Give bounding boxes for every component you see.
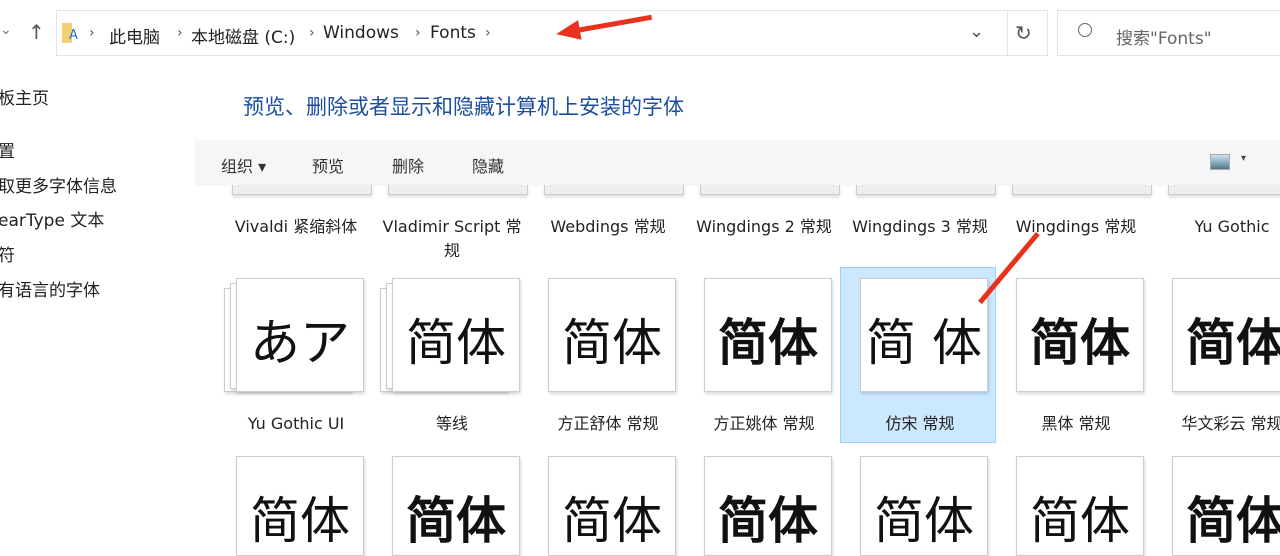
font-sample: 简体 xyxy=(1030,492,1130,550)
font-file-icon[interactable] xyxy=(232,185,372,195)
sidebar-item-cleartype[interactable]: earType 文本 xyxy=(0,206,104,231)
font-sample: 简体 xyxy=(1186,314,1280,372)
font-a-icon: A xyxy=(69,28,78,43)
view-options-icon[interactable] xyxy=(1210,154,1230,170)
page-title: 预览、删除或者显示和隐藏计算机上安装的字体 xyxy=(243,95,684,119)
crumb-fonts[interactable]: Fonts xyxy=(430,23,476,43)
font-label[interactable]: 方正舒体 常规 xyxy=(530,412,686,436)
font-label[interactable]: 仿宋 常规 xyxy=(842,412,998,436)
crumb-c-drive[interactable]: 本地磁盘 (C:) xyxy=(191,23,295,48)
font-label[interactable]: Webdings 常规 xyxy=(530,215,686,239)
search-box[interactable]: 搜索"Fonts" xyxy=(1057,10,1280,56)
font-file-icon[interactable] xyxy=(1168,185,1280,195)
address-bar[interactable]: A › 此电脑 › 本地磁盘 (C:) › Windows › Fonts › … xyxy=(56,10,1048,56)
font-sample: 简体 xyxy=(718,492,818,550)
font-file-icon[interactable] xyxy=(856,185,996,195)
view-dropdown-icon[interactable]: ▾ xyxy=(1241,153,1246,164)
font-file-icon[interactable] xyxy=(544,185,684,195)
font-sample: 简体 xyxy=(562,314,662,372)
search-input[interactable]: 搜索"Fonts" xyxy=(1116,24,1212,49)
font-label[interactable]: 等线 xyxy=(374,412,530,436)
font-file-icon[interactable] xyxy=(388,185,528,195)
crumb-windows[interactable]: Windows xyxy=(323,23,399,43)
font-label[interactable]: Vladimir Script 常规 xyxy=(374,215,530,263)
organize-button[interactable]: 组织 ▾ xyxy=(221,153,266,177)
font-sample: 简体 xyxy=(718,314,818,372)
history-dropdown-icon[interactable]: ⌄ xyxy=(969,21,984,42)
sidebar-item-settings[interactable]: 置 xyxy=(0,137,15,162)
hide-button[interactable]: 隐藏 xyxy=(472,153,504,177)
search-icon xyxy=(1078,23,1092,37)
font-file-icon[interactable] xyxy=(1012,185,1152,195)
sidebar-item-control-panel[interactable]: 板主页 xyxy=(0,84,49,109)
delete-button[interactable]: 删除 xyxy=(392,153,424,177)
font-label[interactable]: Wingdings 2 常规 xyxy=(686,215,842,239)
font-sample: あア xyxy=(250,314,350,372)
crumb-this-pc[interactable]: 此电脑 xyxy=(109,23,160,48)
sidebar-item-chars[interactable]: 符 xyxy=(0,241,15,266)
font-sample: 简体 xyxy=(250,492,350,550)
back-chevron-icon[interactable]: ⌄ xyxy=(0,22,12,38)
font-sample: 简体 xyxy=(406,492,506,550)
font-label[interactable]: Wingdings 3 常规 xyxy=(842,215,998,239)
font-sample: 简体 xyxy=(406,314,506,372)
refresh-icon[interactable]: ↻ xyxy=(1015,21,1032,45)
font-label[interactable]: Wingdings 常规 xyxy=(998,215,1154,239)
font-label[interactable]: 黑体 常规 xyxy=(998,412,1154,436)
font-sample: 简体 xyxy=(874,492,974,550)
font-sample: 简体 xyxy=(1030,314,1130,372)
red-arrowhead xyxy=(554,20,582,44)
font-label[interactable]: 方正姚体 常规 xyxy=(686,412,842,436)
font-label[interactable]: Yu Gothic UI xyxy=(218,412,374,436)
up-arrow-icon[interactable]: ↑ xyxy=(28,20,45,44)
sidebar-item-all-languages[interactable]: 有语言的字体 xyxy=(0,276,100,301)
preview-button[interactable]: 预览 xyxy=(312,153,344,177)
font-label[interactable]: Vivaldi 紧缩斜体 xyxy=(218,215,374,239)
font-sample: 简体 xyxy=(1186,492,1280,550)
font-sample: 简体 xyxy=(562,492,662,550)
font-file-icon[interactable] xyxy=(700,185,840,195)
sidebar-item-more-info[interactable]: 取更多字体信息 xyxy=(0,172,117,197)
font-label[interactable]: Yu Gothic xyxy=(1154,215,1280,239)
font-label[interactable]: 华文彩云 常规 xyxy=(1154,412,1280,436)
toolbar: 组织 ▾ 预览 删除 隐藏 ▾ xyxy=(195,140,1280,186)
font-sample: 简 体 xyxy=(866,314,982,372)
